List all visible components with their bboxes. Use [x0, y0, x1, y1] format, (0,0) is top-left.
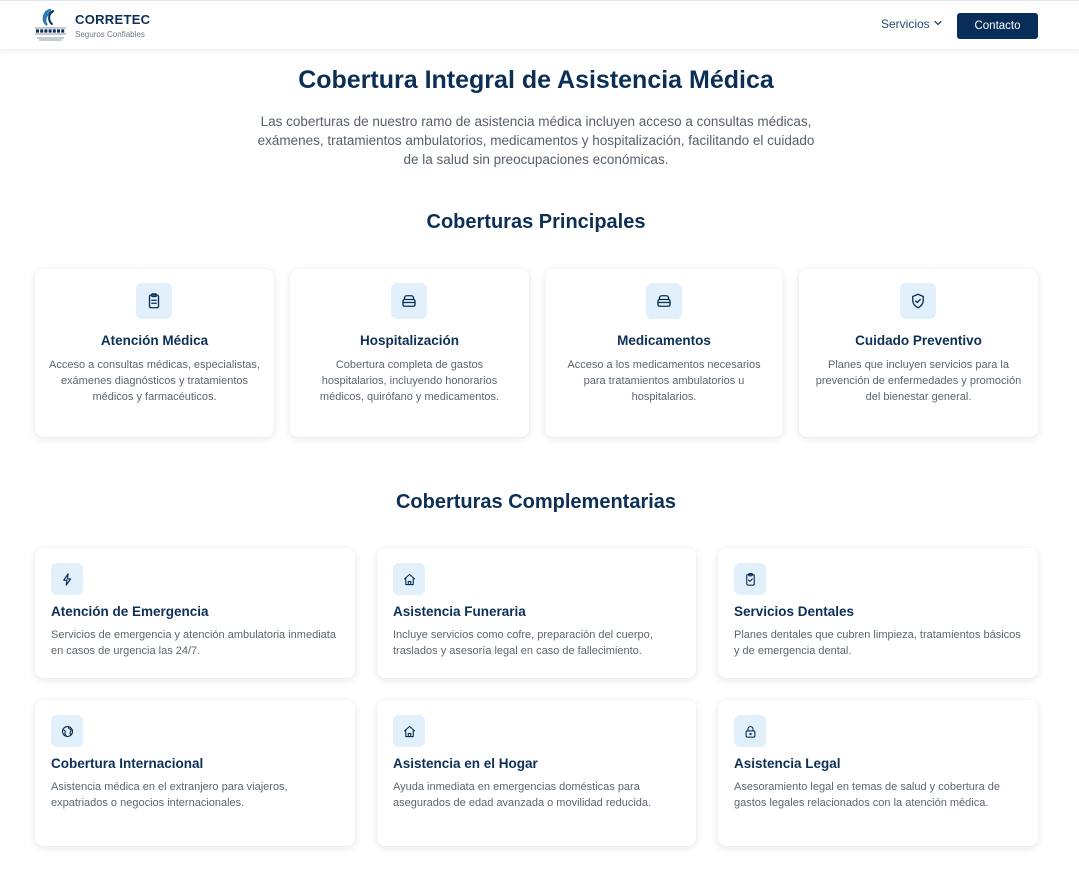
- brand-logo[interactable]: [33, 7, 68, 43]
- card-text: Planes dentales que cubren limpieza, tra…: [734, 629, 1021, 657]
- card-title: Atención de Emergencia: [51, 604, 209, 619]
- card-title: Servicios Dentales: [734, 604, 855, 619]
- card-title: Medicamentos: [617, 333, 711, 348]
- card-text: Ayuda inmediata en emergencias doméstica…: [393, 781, 652, 809]
- card-text: Cobertura completa de gastos hospitalari…: [319, 359, 500, 403]
- section-title-complementary: Coberturas Complementarias: [395, 491, 677, 513]
- coverage-card-medicamentos[interactable]: Medicamentos Acceso a los medicamentos n…: [545, 269, 783, 437]
- home-icon: [393, 563, 425, 595]
- section-title-main: Coberturas Principales: [426, 211, 646, 233]
- brand-name: CORRETEC: [75, 12, 151, 27]
- clipboard-icon: [136, 283, 172, 319]
- card-text: Acceso a los medicamentos necesarios par…: [567, 359, 761, 403]
- card-text: Asistencia médica en el extranjero para …: [51, 781, 288, 809]
- clipboard-check-icon: [734, 563, 766, 595]
- page-description: Las coberturas de nuestro ramo de asiste…: [257, 114, 815, 167]
- coverage-card-atencion-medica[interactable]: Atención Médica Acceso a consultas médic…: [35, 269, 274, 437]
- card-text: Incluye servicios como cofre, preparació…: [393, 629, 653, 657]
- card-title: Cuidado Preventivo: [855, 333, 982, 348]
- card-title: Cobertura Internacional: [51, 756, 204, 771]
- complementary-card-funeraria[interactable]: Asistencia Funeraria Incluye servicios c…: [377, 548, 696, 678]
- card-title: Asistencia Legal: [734, 756, 841, 771]
- contact-button[interactable]: Contacto: [957, 13, 1038, 39]
- card-title: Asistencia Funeraria: [393, 604, 526, 619]
- card-text: Asesoramiento legal en temas de salud y …: [734, 781, 1000, 809]
- card-title: Hospitalización: [359, 333, 459, 348]
- nav-services-dropdown[interactable]: Servicios: [881, 17, 943, 31]
- card-text: Servicios de emergencia y atención ambul…: [51, 629, 336, 657]
- bed-icon: [391, 283, 427, 319]
- complementary-card-dentales[interactable]: Servicios Dentales Planes dentales que c…: [718, 548, 1038, 678]
- coverage-card-hospitalizacion[interactable]: Hospitalización Cobertura completa de ga…: [290, 269, 529, 437]
- card-text: Planes que incluyen servicios para la pr…: [815, 359, 1022, 403]
- complementary-card-legal[interactable]: Asistencia Legal Asesoramiento legal en …: [718, 700, 1038, 846]
- lightning-icon: [51, 563, 83, 595]
- coverage-card-cuidado-preventivo[interactable]: Cuidado Preventivo Planes que incluyen s…: [799, 269, 1038, 437]
- lock-icon: [734, 715, 766, 747]
- globe-icon: [51, 715, 83, 747]
- home-icon: [393, 715, 425, 747]
- shield-check-icon: [900, 283, 936, 319]
- card-title: Atención Médica: [100, 333, 209, 348]
- nav-services-label: Servicios: [881, 17, 930, 31]
- complementary-card-internacional[interactable]: Cobertura Internacional Asistencia médic…: [35, 700, 355, 846]
- page-title: Cobertura Integral de Asistencia Médica: [298, 66, 774, 94]
- complementary-card-hogar[interactable]: Asistencia en el Hogar Ayuda inmediata e…: [377, 700, 696, 846]
- card-title: Asistencia en el Hogar: [393, 756, 538, 771]
- complementary-card-emergencia[interactable]: Atención de Emergencia Servicios de emer…: [35, 548, 355, 678]
- brand-tagline: Seguros Confiables: [75, 30, 145, 39]
- card-text: Acceso a consultas médicas, especialista…: [49, 359, 260, 403]
- medicine-box-icon: [646, 283, 682, 319]
- chevron-down-icon: [933, 17, 943, 31]
- top-navbar: CORRETEC Seguros Confiables Servicios Co…: [0, 0, 1079, 49]
